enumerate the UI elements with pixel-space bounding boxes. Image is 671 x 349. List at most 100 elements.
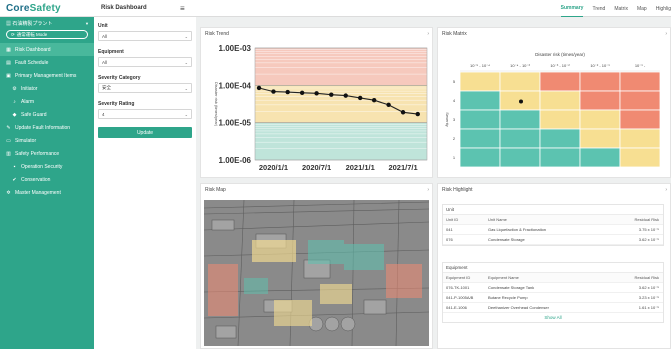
column-label: 10⁻¹ - — [635, 63, 646, 68]
equipment-select[interactable]: All ⌄ — [98, 57, 192, 67]
equipment-section-title: Equipment — [443, 263, 663, 273]
severity-rating-label: Severity Rating — [98, 101, 135, 107]
sidebar-item-operation-security[interactable]: ▪ Operation Security — [0, 160, 94, 173]
chevron-right-icon[interactable]: › — [427, 31, 429, 37]
sidebar-item-master-management[interactable]: ✲ Master Management — [0, 186, 94, 199]
cell: Condensate Storage Tank — [488, 285, 535, 290]
data-point — [329, 92, 334, 97]
matrix-cell — [539, 90, 581, 111]
table-row[interactable]: 076 Condensate Storage 3.62 x 10⁻⁵ — [443, 235, 663, 245]
matrix-cell — [619, 128, 661, 149]
sidebar-item-conservation[interactable]: ✔ Conservation — [0, 173, 94, 186]
matrix-cell — [539, 71, 581, 92]
unit-select[interactable]: All ⌄ — [98, 31, 192, 41]
data-point — [299, 90, 305, 96]
filter-panel: Unit All ⌄ Equipment All ⌄ Severity Cate… — [94, 17, 196, 349]
tab-map[interactable]: Map — [637, 0, 647, 17]
page-title: Risk Dashboard — [101, 5, 147, 11]
severity-rating-value: 4 — [102, 111, 105, 117]
risk-marker — [519, 99, 523, 104]
sidebar-item-initiator[interactable]: ⚙ Initiator — [0, 82, 94, 95]
row-label: 4 — [453, 98, 456, 103]
chevron-right-icon[interactable]: › — [665, 31, 667, 37]
sidebar-item-fault-schedule[interactable]: ▤ Fault Schedule — [0, 56, 94, 69]
table-row[interactable]: 041-E-1006 Deethanizer Overhead Condense… — [443, 303, 663, 313]
logo-row: CoreSafety — [0, 0, 94, 17]
sidebar-item-label: Primary Management Items — [15, 72, 77, 79]
y-tick-label: 1.00E-03 — [219, 44, 252, 53]
data-point — [415, 111, 420, 117]
sidebar-item-safe-guard[interactable]: ◆ Safe Guard — [0, 108, 94, 121]
sidebar-item-risk-dashboard[interactable]: ▦ Risk Dashboard — [0, 43, 94, 56]
tab-highlig[interactable]: Highlig — [656, 0, 671, 17]
sidebar-item-simulator[interactable]: ▭ Simulator — [0, 134, 94, 147]
calendar-icon: ▤ — [6, 59, 11, 66]
column-label: 10⁻³ - 10⁻² — [550, 63, 570, 68]
cell: 3.23 x 10⁻⁵ — [638, 295, 659, 300]
sidebar-item-primary-management-items[interactable]: ▣ Primary Management Items — [0, 69, 94, 82]
risk-matrix-title: Risk Matrix — [442, 31, 467, 37]
tab-matrix[interactable]: Matrix — [614, 0, 628, 17]
matrix-y-label: Severity — [445, 112, 450, 126]
equipment-value: All — [102, 59, 108, 65]
matrix-cell — [459, 109, 501, 130]
plant-map-image[interactable] — [204, 200, 429, 346]
lock-icon: ▪ — [13, 163, 16, 170]
sidebar-item-update-fault-information[interactable]: ✎ Update Fault Information — [0, 121, 94, 134]
table-row[interactable]: 041 Gas Liquefaction & Fractionation 3.7… — [443, 225, 663, 235]
plant-selector[interactable]: ▦ 石油精製プラント ▼ — [0, 17, 94, 27]
risk-highlight-title: Risk Highlight — [442, 187, 473, 193]
sidebar-item-alarm[interactable]: ♪ Alarm — [0, 95, 94, 108]
chart-icon: ▥ — [6, 150, 11, 157]
matrix-cell — [499, 71, 541, 92]
tab-trend[interactable]: Trend — [592, 0, 605, 17]
chevron-right-icon[interactable]: › — [427, 187, 429, 193]
chevron-down-icon: ▼ — [85, 21, 89, 26]
x-tick-label: 2020/7/1 — [302, 163, 331, 172]
col-unit-id: Unit ID — [446, 217, 459, 222]
app-logo[interactable]: CoreSafety — [6, 3, 61, 14]
menu-icon[interactable]: ≡ — [180, 4, 185, 13]
grid-icon: ▦ — [6, 46, 11, 53]
risk-matrix-chart: Disaster risk (times/year) 10⁻⁵ - 10⁻⁴ 10⁻… — [445, 52, 661, 168]
sidebar-item-label: Master Management — [15, 189, 61, 196]
data-point — [285, 89, 290, 95]
update-button[interactable]: Update — [98, 127, 192, 138]
wrench-icon: ✎ — [6, 124, 11, 131]
tab-summary[interactable]: Summary — [560, 0, 584, 17]
chevron-down-icon: ⌄ — [184, 59, 188, 65]
shield-icon: ◆ — [12, 111, 17, 118]
chevron-down-icon: ⌄ — [184, 33, 188, 39]
col-residual-risk: Residual Risk — [634, 275, 659, 280]
table-row[interactable]: 041-P-1005A/B Butane Recycle Pump 3.23 x… — [443, 293, 663, 303]
y-tick-label: 1.00E-06 — [219, 156, 252, 165]
chevron-right-icon[interactable]: › — [665, 187, 667, 193]
matrix-cell — [579, 147, 621, 168]
matrix-cell — [619, 109, 661, 130]
show-all-link[interactable]: Show All — [443, 313, 663, 322]
mode-button[interactable]: ⟳ 通常運転 Mode — [6, 30, 88, 39]
risk-trend-title: Risk Trend — [205, 31, 229, 37]
cell: 076-TK-1001 — [446, 285, 470, 290]
matrix-cell — [619, 147, 661, 168]
matrix-cell — [579, 109, 621, 130]
cell: 3.62 x 10⁻⁵ — [638, 285, 659, 290]
matrix-cell — [619, 71, 661, 92]
severity-rating-select[interactable]: 4 ⌄ — [98, 109, 192, 119]
cell: Butane Recycle Pump — [488, 295, 528, 300]
table-row[interactable]: 076-TK-1001 Condensate Storage Tank 3.62… — [443, 283, 663, 293]
app-root: CoreSafety ▦ 石油精製プラント ▼ ⟳ 通常運転 Mode ▦ Ris… — [0, 0, 671, 349]
equipment-label: Equipment — [98, 49, 124, 55]
cell: Deethanizer Overhead Condenser — [488, 305, 549, 310]
column-label: 10⁻⁵ - 10⁻⁴ — [470, 63, 490, 68]
header: ≡ Risk Dashboard Summary Trend Matrix Map Hi… — [94, 0, 671, 17]
chevron-down-icon: ⌄ — [184, 85, 188, 91]
data-point — [343, 93, 348, 98]
severity-category-select[interactable]: 安全 ⌄ — [98, 83, 192, 93]
risk-trend-card: Risk Trend › 1.00E-03 1.00E-04 1.00E-05 1.0… — [200, 27, 433, 178]
data-point — [314, 91, 319, 96]
col-equipment-name: Equipment Name — [488, 275, 519, 280]
risk-trend-chart: 1.00E-03 1.00E-04 1.00E-05 1.00E-06 Disaster… — [214, 44, 428, 172]
equipment-highlight-table: Equipment Equipment ID Equipment Name Re… — [442, 262, 664, 323]
sidebar-item-safety-performance[interactable]: ▥ Safety Performance — [0, 147, 94, 160]
